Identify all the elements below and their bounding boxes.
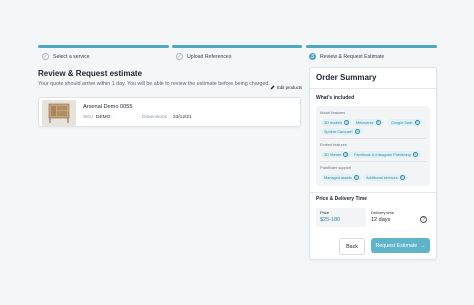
chip-managed-assets[interactable]: Managed assets ? [321, 174, 362, 181]
pathfinder-support-label: Pathfinder support [320, 166, 352, 170]
step-2-progress-bar [172, 45, 302, 48]
help-icon[interactable]: ? [414, 120, 420, 125]
delivery-label: Delivery time [371, 210, 395, 215]
arrow-right-icon: → [420, 242, 426, 249]
back-button[interactable]: Back [339, 238, 365, 255]
cabinet-image [48, 103, 70, 123]
help-icon[interactable]: ? [375, 120, 381, 125]
price-box: Price $25-180 [316, 208, 366, 227]
features-box: Model features 3D models ? Metaverse ? G… [316, 106, 430, 186]
order-summary-title: Order Summary [316, 73, 377, 82]
divider [310, 192, 436, 193]
group-divider [320, 138, 426, 139]
product-name: Arsenal Demo 0055 [83, 104, 133, 110]
order-summary-card: Order Summary What's included Model feat… [309, 67, 437, 260]
step-label: Review & Request Estimate [320, 53, 385, 60]
chip-sphere-carousel[interactable]: Sphere Carousel ? [321, 128, 363, 135]
divider [310, 88, 436, 89]
chip-label: Additional services [366, 175, 398, 180]
chip-facebook-instagram[interactable]: Facebook & Instagram Publishing ? [351, 151, 421, 158]
delivery-value: 12 days [371, 217, 391, 223]
dimensions-label: Dimensions [142, 115, 168, 120]
step-1-progress-bar [38, 45, 169, 48]
sku-value: DEMO [96, 115, 111, 120]
embed-features-label: Embed features [320, 143, 347, 147]
help-icon[interactable]: ? [343, 152, 349, 157]
help-icon[interactable]: ? [399, 175, 405, 180]
check-icon: ✓ [42, 53, 49, 60]
help-icon[interactable]: ? [420, 216, 427, 223]
check-icon: ✓ [176, 53, 183, 60]
chip-label: Facebook & Instagram Publishing [354, 152, 411, 157]
chip-3d-viewer[interactable]: 3D Viewer ? [321, 151, 352, 158]
price-delivery-title: Price & Delivery Time [316, 196, 368, 202]
pencil-icon [270, 85, 275, 90]
step-label: Upload References [187, 53, 232, 60]
edit-products-link[interactable]: Edit products [270, 85, 302, 90]
sku-label: SKU [83, 115, 93, 120]
step-3-progress-bar [306, 45, 437, 48]
chip-label: Sphere Carousel [324, 129, 353, 134]
chip-label: 3D models [324, 120, 343, 125]
model-features-label: Model features [320, 111, 346, 115]
price-value: $25-180 [320, 217, 341, 223]
page-title: Review & Request estimate [38, 69, 143, 78]
step-label: Select a service [53, 53, 90, 60]
step-upload-references[interactable]: ✓ Upload References [176, 53, 231, 60]
chip-label: 3D Viewer [324, 152, 342, 157]
step-number: 3 [309, 53, 316, 60]
step-select-service[interactable]: ✓ Select a service [42, 53, 90, 60]
whats-included-title: What's included [316, 95, 355, 101]
sku-separator: - [111, 115, 113, 120]
price-label: Price [320, 210, 330, 215]
help-icon[interactable]: ? [412, 152, 418, 157]
chip-metaverse[interactable]: Metaverse ? [353, 119, 384, 126]
chip-label: Managed assets [324, 175, 352, 180]
step-review-request[interactable]: 3 Review & Request Estimate [309, 53, 384, 60]
help-icon[interactable]: ? [353, 175, 359, 180]
dimensions-value: 23/12/21 [173, 115, 192, 120]
request-estimate-button[interactable]: Request Estimate → [371, 238, 430, 253]
product-thumbnail [42, 100, 76, 126]
product-card: Arsenal Demo 0055 SKU DEMO - Dimensions … [38, 97, 301, 127]
chip-google-swirl[interactable]: Google Swirl ? [388, 119, 423, 126]
chip-3d-models[interactable]: 3D models ? [321, 119, 353, 126]
chip-label: Metaverse [356, 120, 374, 125]
page-subtitle: Your quote should arrive within 1 day. Y… [38, 81, 270, 87]
request-estimate-label: Request Estimate [375, 242, 418, 249]
chip-label: Google Swirl [391, 120, 413, 125]
help-icon[interactable]: ? [354, 129, 360, 134]
edit-products-label: Edit products [277, 85, 303, 90]
help-icon[interactable]: ? [344, 120, 350, 125]
group-divider [320, 161, 426, 162]
chip-additional-services[interactable]: Additional services ? [363, 174, 408, 181]
back-button-label: Back [346, 243, 358, 250]
